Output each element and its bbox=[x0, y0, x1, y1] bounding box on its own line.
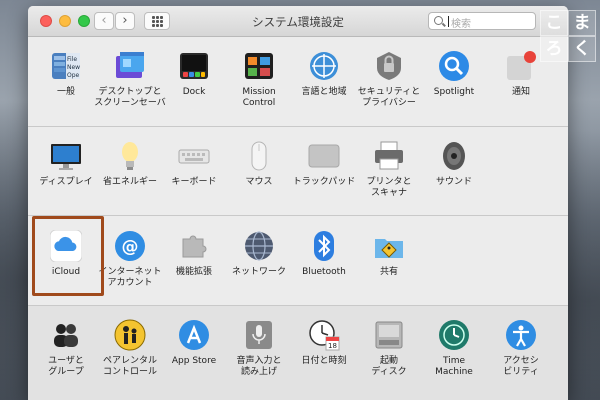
show-all-grid-button[interactable] bbox=[144, 12, 170, 30]
time-machine-icon bbox=[438, 319, 470, 351]
date-time-icon: 18 bbox=[308, 319, 340, 351]
watermark-char: こ bbox=[540, 10, 568, 36]
keyboard-icon bbox=[178, 140, 210, 172]
pref-item-label: Time Machine bbox=[435, 356, 473, 377]
close-button[interactable] bbox=[40, 15, 52, 27]
users-groups-icon bbox=[50, 319, 82, 351]
sharing-icon bbox=[373, 230, 405, 262]
notifications-icon bbox=[505, 50, 537, 82]
svg-text:New: New bbox=[67, 64, 80, 71]
spotlight-icon bbox=[438, 50, 470, 82]
security-privacy-icon bbox=[373, 50, 405, 82]
pref-item-label: Spotlight bbox=[433, 87, 475, 97]
startup-disk-icon bbox=[373, 319, 405, 351]
icloud-highlight-box bbox=[32, 216, 104, 296]
search-input[interactable]: 検索 bbox=[428, 12, 536, 30]
network-icon bbox=[243, 230, 275, 262]
pref-item-time-machine[interactable]: Time Machine bbox=[416, 319, 492, 378]
zoom-button[interactable] bbox=[78, 15, 90, 27]
displays-icon bbox=[50, 140, 82, 172]
forward-button[interactable]: › bbox=[115, 12, 135, 30]
pref-item-label: 通知 bbox=[511, 87, 530, 97]
watermark-char: ろ bbox=[540, 36, 568, 62]
trackpad-icon bbox=[308, 140, 340, 172]
search-icon bbox=[434, 16, 443, 25]
text-caret bbox=[448, 16, 449, 27]
pref-item-spotlight[interactable]: Spotlight bbox=[416, 50, 492, 98]
desktop-screensaver-icon bbox=[114, 50, 146, 82]
general-icon: File New Ope bbox=[50, 50, 82, 82]
pref-item-accessibility[interactable]: アクセシ ビリティ bbox=[483, 319, 559, 378]
internet-accounts-icon: @ bbox=[114, 230, 146, 262]
printers-scanners-icon bbox=[373, 140, 405, 172]
dictation-speech-icon bbox=[243, 319, 275, 351]
pref-item-label: 共有 bbox=[379, 267, 398, 277]
sound-icon bbox=[438, 140, 470, 172]
language-region-icon bbox=[308, 50, 340, 82]
mouse-icon bbox=[243, 140, 275, 172]
mission-control-icon bbox=[243, 50, 275, 82]
pref-item-label: サウンド bbox=[435, 177, 472, 187]
bluetooth-icon bbox=[308, 230, 340, 262]
minimize-button[interactable] bbox=[59, 15, 71, 27]
pref-item-label: アクセシ ビリティ bbox=[503, 356, 539, 377]
dock-icon bbox=[178, 50, 210, 82]
svg-text:File: File bbox=[67, 56, 77, 63]
system-preferences-window: ‹ › システム環境設定 検索 File New Ope 一般 デスクトップと スクリー… bbox=[28, 6, 568, 400]
energy-saver-icon bbox=[114, 140, 146, 172]
watermark-logo: こ ま ろ く bbox=[536, 8, 596, 62]
extensions-icon bbox=[178, 230, 210, 262]
svg-text:Ope: Ope bbox=[67, 72, 80, 79]
app-store-icon bbox=[178, 319, 210, 351]
title-bar[interactable]: ‹ › システム環境設定 検索 bbox=[28, 6, 568, 37]
pref-item-sound[interactable]: サウンド bbox=[416, 140, 492, 188]
pref-item-sharing[interactable]: 共有 bbox=[351, 230, 427, 278]
parental-controls-icon bbox=[114, 319, 146, 351]
watermark-char: く bbox=[568, 36, 596, 62]
watermark-char: ま bbox=[568, 10, 596, 36]
search-placeholder: 検索 bbox=[451, 19, 471, 30]
svg-text:18: 18 bbox=[328, 342, 337, 350]
accessibility-icon bbox=[505, 319, 537, 351]
svg-text:@: @ bbox=[122, 237, 139, 257]
back-button[interactable]: ‹ bbox=[94, 12, 114, 30]
window-title: システム環境設定 bbox=[252, 15, 344, 29]
